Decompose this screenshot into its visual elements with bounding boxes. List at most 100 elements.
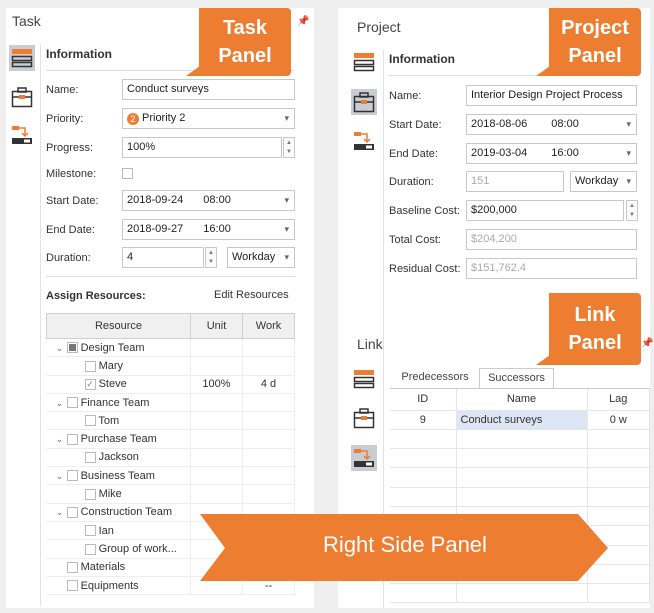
resource-checkbox[interactable] bbox=[84, 543, 96, 555]
project-end-picker[interactable]: 2019-03-04 16:00 bbox=[466, 143, 637, 164]
resource-checkbox[interactable] bbox=[84, 452, 96, 464]
name-cell[interactable]: Conduct surveys bbox=[456, 410, 588, 430]
table-row[interactable] bbox=[390, 429, 650, 450]
resource-checkbox[interactable] bbox=[66, 433, 78, 445]
unit-cell[interactable] bbox=[190, 466, 243, 486]
information-tab-icon[interactable] bbox=[9, 45, 35, 71]
table-row[interactable]: ✓ Steve 100% 4 d bbox=[46, 375, 295, 394]
resource-checkbox[interactable]: ✓ bbox=[84, 378, 96, 390]
baseline-cost-input[interactable]: $200,000 bbox=[466, 200, 624, 221]
work-cell[interactable] bbox=[242, 466, 295, 486]
resource-checkbox[interactable] bbox=[66, 506, 78, 518]
empty-cell[interactable] bbox=[587, 583, 650, 604]
empty-cell[interactable] bbox=[456, 583, 588, 604]
work-cell[interactable] bbox=[242, 484, 295, 504]
empty-cell[interactable] bbox=[587, 487, 650, 507]
table-row[interactable]: Jackson bbox=[46, 448, 295, 468]
project-briefcase-icon[interactable] bbox=[351, 405, 377, 431]
chevron-down-icon[interactable]: ⌄ bbox=[53, 434, 67, 445]
table-row[interactable]: 9 Conduct surveys 0 w bbox=[390, 410, 650, 430]
resource-checkbox[interactable] bbox=[66, 561, 78, 573]
table-row[interactable]: Tom bbox=[46, 411, 295, 431]
table-row[interactable] bbox=[390, 583, 650, 604]
work-cell[interactable] bbox=[242, 429, 295, 449]
project-briefcase-icon[interactable] bbox=[351, 89, 377, 115]
table-row[interactable]: ⌄ Purchase Team bbox=[46, 429, 295, 449]
link-icon[interactable] bbox=[9, 122, 35, 148]
empty-cell[interactable] bbox=[456, 467, 588, 488]
unit-cell[interactable] bbox=[190, 356, 243, 376]
empty-cell[interactable] bbox=[456, 429, 588, 450]
empty-cell[interactable] bbox=[390, 583, 457, 604]
lag-cell[interactable]: 0 w bbox=[587, 410, 650, 430]
empty-cell[interactable] bbox=[587, 448, 650, 469]
unit-cell[interactable] bbox=[190, 484, 243, 504]
unit-cell[interactable]: 100% bbox=[190, 375, 243, 394]
work-cell[interactable] bbox=[242, 448, 295, 468]
project-duration-unit-select[interactable]: Workday bbox=[570, 171, 637, 192]
work-cell[interactable]: 4 d bbox=[242, 375, 295, 394]
work-cell[interactable] bbox=[242, 411, 295, 431]
duration-spinner[interactable]: ▲ ▼ bbox=[205, 247, 217, 268]
resource-checkbox[interactable] bbox=[66, 342, 78, 354]
id-cell[interactable]: 9 bbox=[390, 410, 457, 430]
project-briefcase-icon[interactable] bbox=[9, 84, 35, 110]
priority-select[interactable]: 2 Priority 2 bbox=[122, 108, 295, 129]
unit-cell[interactable] bbox=[190, 448, 243, 468]
baseline-cost-spinner[interactable]: ▲ ▼ bbox=[626, 200, 638, 221]
link-icon[interactable] bbox=[351, 445, 377, 471]
empty-cell[interactable] bbox=[390, 448, 457, 469]
resource-checkbox[interactable] bbox=[84, 488, 96, 500]
empty-cell[interactable] bbox=[587, 467, 650, 488]
unit-cell[interactable] bbox=[190, 429, 243, 449]
empty-cell[interactable] bbox=[390, 467, 457, 488]
chevron-down-icon[interactable]: ⌄ bbox=[53, 471, 67, 482]
empty-cell[interactable] bbox=[390, 487, 457, 507]
resource-checkbox[interactable] bbox=[66, 470, 78, 482]
pin-icon[interactable]: 📌 bbox=[297, 16, 309, 27]
start-date-picker[interactable]: 2018-09-24 08:00 bbox=[122, 190, 295, 211]
empty-cell[interactable] bbox=[587, 429, 650, 450]
unit-cell[interactable] bbox=[190, 393, 243, 413]
empty-cell[interactable] bbox=[456, 487, 588, 507]
col-unit[interactable]: Unit bbox=[190, 313, 243, 339]
empty-cell[interactable] bbox=[456, 448, 588, 469]
project-name-input[interactable]: Interior Design Project Process bbox=[466, 85, 637, 106]
table-row[interactable]: Mary bbox=[46, 356, 295, 376]
resource-checkbox[interactable] bbox=[84, 360, 96, 372]
progress-input[interactable]: 100% bbox=[122, 137, 282, 158]
work-cell[interactable] bbox=[242, 356, 295, 376]
resource-checkbox[interactable] bbox=[66, 580, 78, 592]
link-icon[interactable] bbox=[351, 128, 377, 154]
col-name[interactable]: Name bbox=[456, 389, 588, 411]
unit-cell[interactable] bbox=[190, 338, 243, 358]
chevron-down-icon[interactable]: ⌄ bbox=[53, 343, 67, 354]
resource-checkbox[interactable] bbox=[84, 415, 96, 427]
work-cell[interactable] bbox=[242, 393, 295, 413]
col-work[interactable]: Work bbox=[242, 313, 295, 339]
resource-checkbox[interactable] bbox=[84, 525, 96, 537]
table-row[interactable]: ⌄ Finance Team bbox=[46, 393, 295, 413]
empty-cell[interactable] bbox=[390, 429, 457, 450]
information-tab-icon[interactable] bbox=[351, 49, 377, 75]
chevron-down-icon[interactable]: ⌄ bbox=[53, 398, 67, 409]
project-start-picker[interactable]: 2018-08-06 08:00 bbox=[466, 114, 637, 135]
information-tab-icon[interactable] bbox=[351, 366, 377, 392]
col-lag[interactable]: Lag bbox=[587, 389, 650, 411]
task-name-input[interactable]: Conduct surveys bbox=[122, 79, 295, 100]
edit-resources-link[interactable]: Edit Resources bbox=[214, 289, 289, 301]
table-row[interactable]: ⌄ Design Team bbox=[46, 338, 295, 358]
col-resource[interactable]: Resource bbox=[46, 313, 191, 339]
col-id[interactable]: ID bbox=[390, 389, 457, 411]
unit-cell[interactable] bbox=[190, 411, 243, 431]
duration-input[interactable]: 4 bbox=[122, 247, 204, 268]
table-row[interactable] bbox=[390, 448, 650, 469]
table-row[interactable] bbox=[390, 467, 650, 488]
chevron-down-icon[interactable]: ⌄ bbox=[53, 507, 67, 518]
tab-predecessors[interactable]: Predecessors bbox=[392, 371, 478, 388]
tab-successors[interactable]: Successors bbox=[479, 368, 554, 389]
work-cell[interactable] bbox=[242, 338, 295, 358]
table-row[interactable]: Mike bbox=[46, 484, 295, 504]
duration-unit-select[interactable]: Workday bbox=[227, 247, 295, 268]
pin-icon[interactable]: 📌 bbox=[641, 338, 653, 349]
